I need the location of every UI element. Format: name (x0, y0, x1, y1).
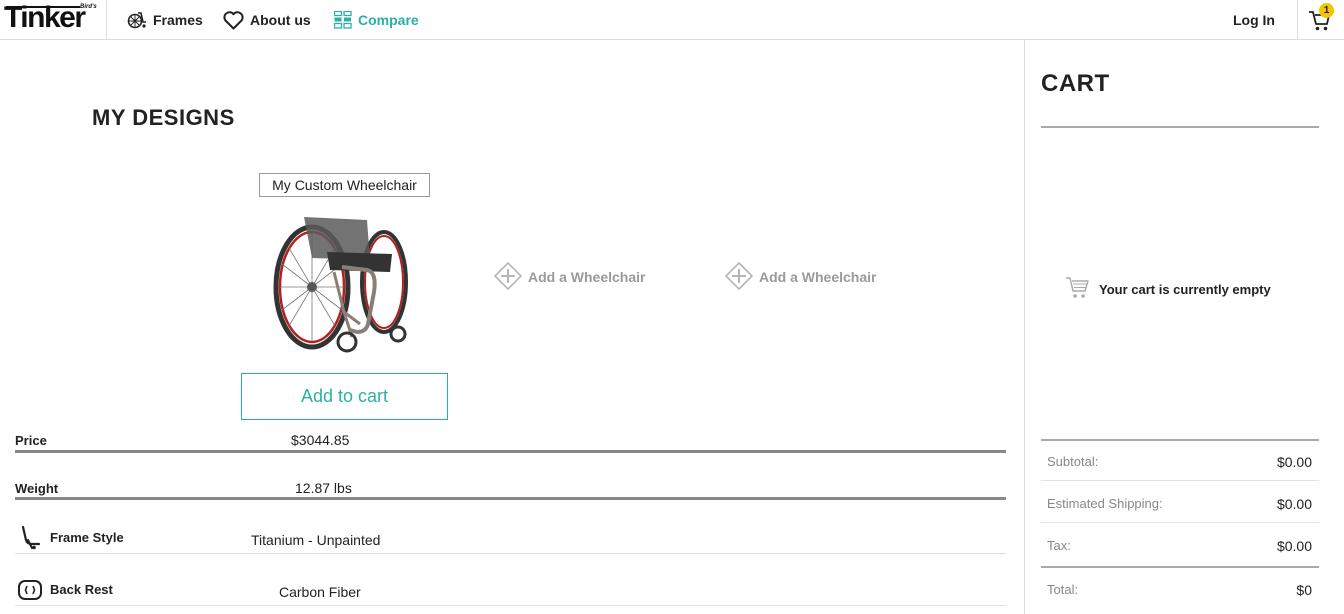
add-diamond-icon (493, 261, 523, 293)
add-wheelchair-label: Add a Wheelchair (528, 269, 646, 285)
nav-frames-link[interactable]: Frames (127, 0, 203, 40)
weight-value: 12.87 lbs (295, 480, 352, 496)
wheelchair-icon (127, 10, 147, 30)
cart-title: CART (1041, 70, 1110, 97)
shipping-value: $0.00 (1276, 496, 1312, 512)
divider (1041, 522, 1319, 523)
subtotal-value: $0.00 (1276, 454, 1312, 470)
divider (15, 605, 1006, 606)
back-rest-icon (18, 580, 42, 605)
design-name-field[interactable]: My Custom Wheelchair (259, 173, 430, 197)
divider (15, 450, 1006, 453)
logo-tagline: Bird's (80, 4, 97, 10)
tax-row: Tax: $0.00 (1047, 538, 1312, 554)
cart-empty-text: Your cart is currently empty (1099, 282, 1271, 297)
cart-panel: CART Your cart is currently empty Subtot… (1024, 40, 1344, 614)
top-nav: Tinker Bird's Frames About us Compare Lo… (0, 0, 1344, 40)
price-value: $3044.85 (291, 432, 350, 448)
total-row: Total: $0 (1047, 582, 1312, 598)
add-to-cart-button[interactable]: Add to cart (241, 373, 448, 420)
tinker-logo[interactable]: Tinker Bird's (0, 0, 107, 40)
total-label: Total: (1047, 582, 1079, 597)
price-label: Price (15, 433, 47, 448)
divider (1041, 480, 1319, 481)
back-rest-value: Carbon Fiber (279, 584, 361, 600)
summary-divider (1041, 439, 1319, 441)
add-wheelchair-label: Add a Wheelchair (759, 269, 877, 285)
shipping-row: Estimated Shipping: $0.00 (1047, 496, 1312, 512)
frame-style-icon (19, 525, 41, 555)
subtotal-label: Subtotal: (1047, 454, 1099, 469)
cart-count-badge: 1 (1319, 3, 1334, 18)
tax-value: $0.00 (1276, 538, 1312, 554)
compare-icon (334, 11, 352, 29)
nav-frames-label: Frames (153, 12, 203, 28)
nav-compare-label: Compare (358, 12, 419, 28)
cart-empty-message: Your cart is currently empty (1065, 276, 1271, 303)
cart-title-divider (1041, 126, 1319, 128)
wheelchair-image[interactable] (272, 212, 422, 357)
total-divider (1041, 566, 1319, 568)
empty-cart-icon (1065, 276, 1091, 303)
weight-label: Weight (15, 481, 59, 496)
shipping-label: Estimated Shipping: (1047, 496, 1163, 511)
divider (15, 497, 1006, 500)
add-wheelchair-slot-2[interactable]: Add a Wheelchair (724, 261, 877, 293)
subtotal-row: Subtotal: $0.00 (1047, 454, 1312, 470)
nav-about-label: About us (250, 12, 311, 28)
add-diamond-icon (724, 261, 754, 293)
nav-about-link[interactable]: About us (223, 0, 311, 40)
tax-label: Tax: (1047, 538, 1071, 553)
heart-icon (223, 10, 244, 30)
total-value: $0 (1296, 582, 1312, 598)
logo-text: Tinker (4, 1, 86, 34)
frame-style-value: Titanium - Unpainted (251, 532, 381, 548)
back-rest-label: Back Rest (50, 582, 113, 597)
add-wheelchair-slot-1[interactable]: Add a Wheelchair (493, 261, 646, 293)
nav-compare-link[interactable]: Compare (334, 0, 419, 40)
page-title: MY DESIGNS (92, 105, 235, 130)
login-link[interactable]: Log In (1233, 0, 1275, 40)
divider (15, 553, 1006, 554)
frame-style-label: Frame Style (50, 530, 124, 545)
